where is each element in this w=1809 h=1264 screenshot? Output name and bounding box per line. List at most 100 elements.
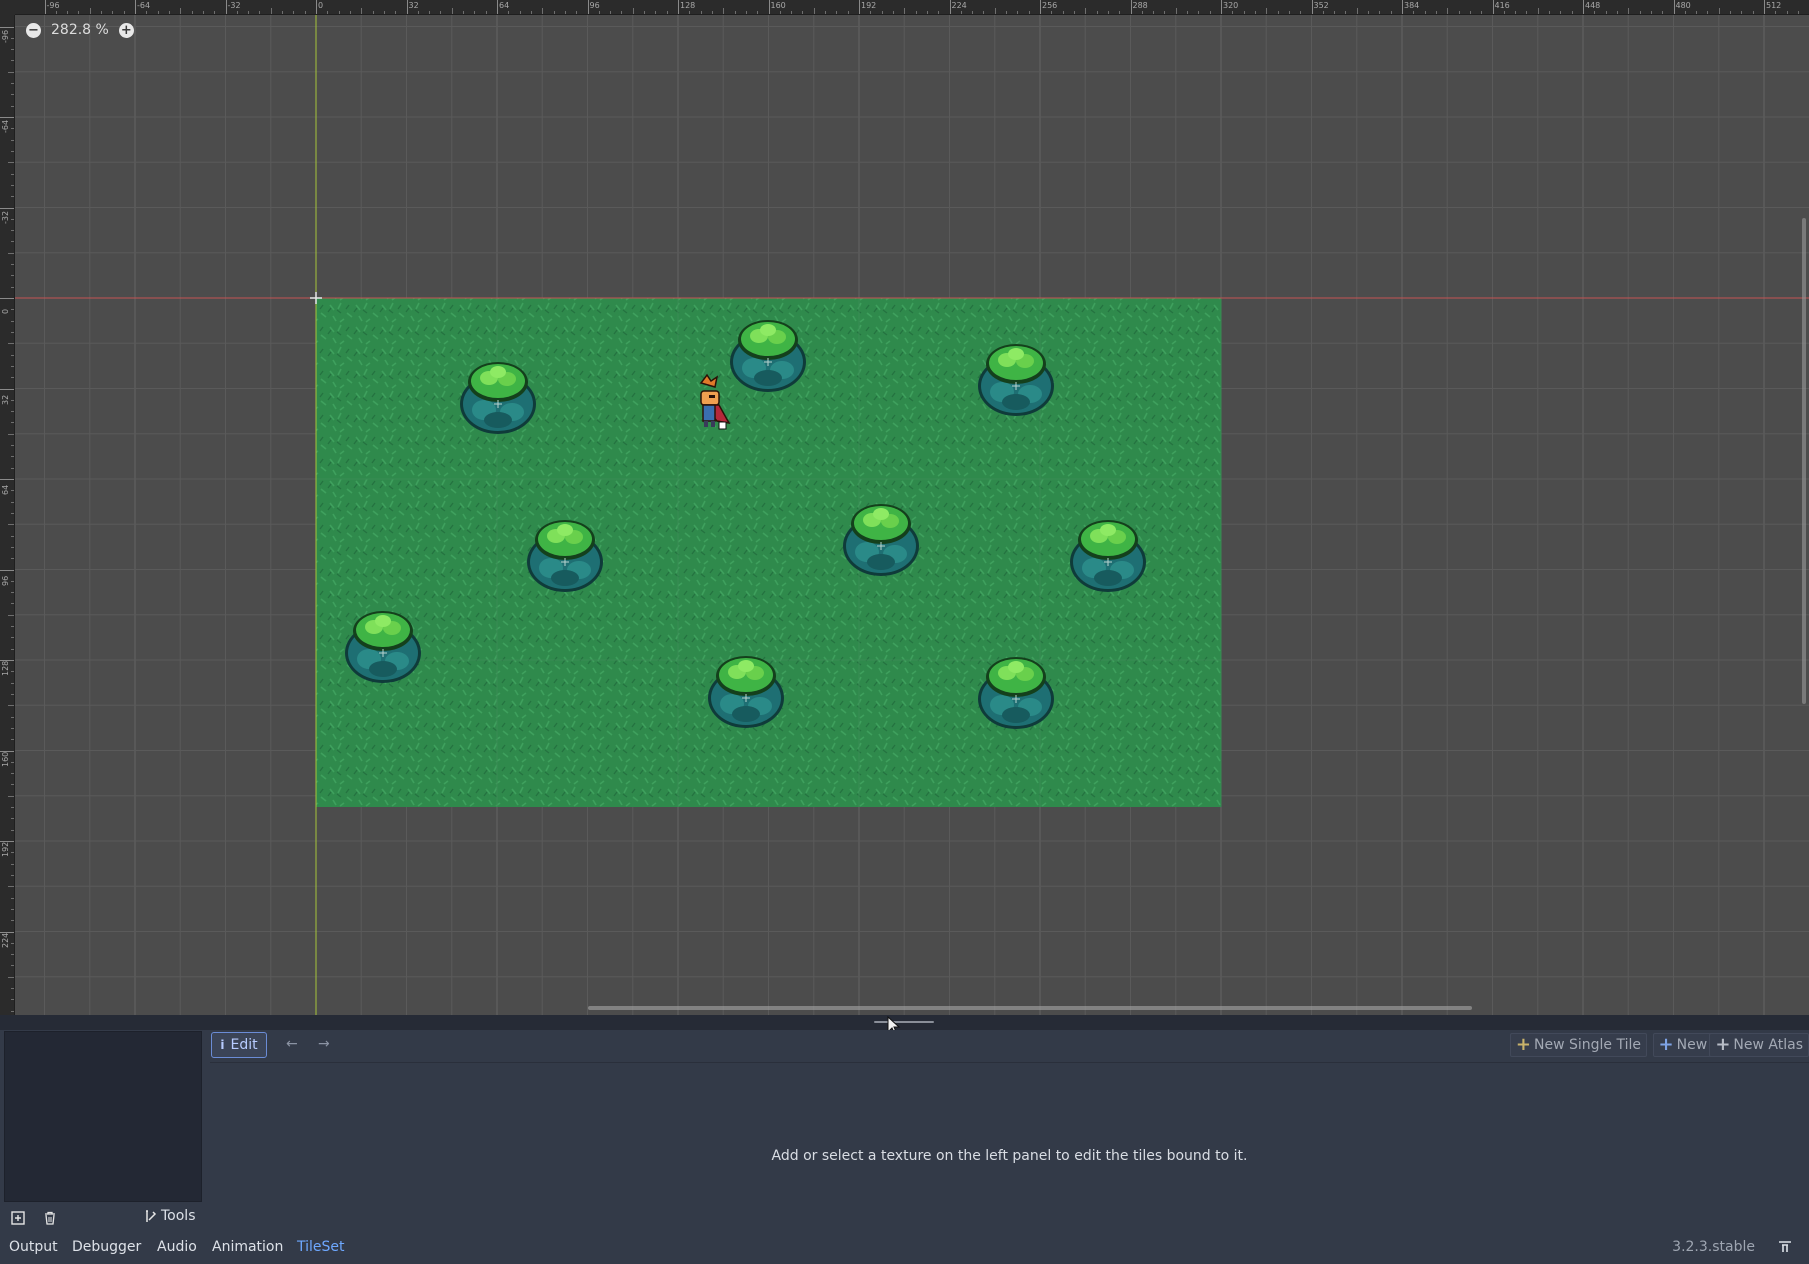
bush-sprite[interactable]	[526, 519, 604, 593]
toolbar-divider	[210, 1062, 1809, 1063]
ruler-tick	[1311, 0, 1313, 14]
tileset-viewport[interactable]: -96 -64 -32 0 32 64 96 128 160 192 224 256 288 320 352…	[0, 0, 1809, 1015]
tab-audio[interactable]: Audio	[157, 1239, 197, 1255]
pin-panel-icon[interactable]	[1777, 1240, 1795, 1256]
ruler-minor-tick	[8, 524, 14, 526]
ruler-vertical: -96 -64 -32 0 32 64 96 128 160 192 224	[0, 15, 15, 1015]
ruler-label: -96	[1, 29, 10, 43]
ruler-label: -32	[227, 1, 241, 10]
panel-splitter[interactable]	[0, 1015, 1809, 1030]
zoom-label[interactable]: 282.8 %	[51, 22, 109, 38]
ruler-tick	[678, 0, 679, 14]
version-label: 3.2.3.stable	[1672, 1239, 1755, 1255]
ruler-tick	[497, 0, 498, 14]
zoom-controls: − 282.8 % +	[26, 22, 134, 38]
ruler-tick	[1402, 0, 1403, 14]
ruler-label: 384	[1404, 1, 1420, 10]
ruler-minor-tick	[451, 8, 453, 14]
ruler-tick	[0, 26, 14, 28]
texture-list[interactable]	[4, 1031, 202, 1202]
ruler-label: 224	[951, 1, 967, 10]
ruler-minor-tick	[8, 886, 14, 888]
trash-icon[interactable]	[42, 1210, 58, 1226]
vertical-scrollbar[interactable]	[1802, 218, 1806, 704]
ruler-label: 448	[1585, 1, 1601, 10]
ruler-label: -64	[137, 1, 151, 10]
ruler-corner	[0, 0, 15, 15]
ruler-minor-tick	[813, 8, 815, 14]
ruler-minor-tick	[8, 252, 14, 254]
ruler-tick	[0, 207, 14, 209]
tab-animation[interactable]: Animation	[212, 1239, 283, 1255]
plus-icon: +	[1658, 1034, 1674, 1055]
ruler-label: 96	[589, 1, 600, 10]
ruler-minor-tick	[89, 8, 91, 14]
arrow-left-icon[interactable]: ←	[286, 1036, 298, 1052]
ruler-tick	[1764, 0, 1765, 14]
ruler-label: 32	[408, 1, 419, 10]
tools-button[interactable]: Tools	[144, 1208, 196, 1224]
texture-list-actions: Tools	[4, 1206, 204, 1232]
zoom-in-icon[interactable]: +	[118, 22, 134, 38]
arrow-right-icon[interactable]: →	[318, 1036, 330, 1052]
ruler-label: 64	[499, 1, 510, 10]
ruler-tick	[44, 0, 46, 14]
ruler-horizontal: -96 -64 -32 0 32 64 96 128 160 192 224 256 288 320 352…	[15, 0, 1809, 15]
ruler-tick	[1130, 0, 1132, 14]
ruler-label: 128	[680, 1, 696, 10]
plus-icon: +	[1715, 1034, 1731, 1055]
plus-icon: +	[1515, 1034, 1531, 1055]
ruler-tick	[0, 298, 14, 299]
ruler-tick	[587, 0, 589, 14]
ruler-label: 416	[1494, 1, 1510, 10]
tab-tileset[interactable]: TileSet	[297, 1239, 345, 1255]
tileset-toolbar: i Edit ← → + New Single Tile + New Autot…	[210, 1031, 1809, 1061]
bush-sprite[interactable]	[459, 361, 537, 435]
tab-debugger[interactable]: Debugger	[72, 1239, 141, 1255]
ruler-label: 128	[1, 660, 10, 676]
ruler-minor-tick	[1718, 8, 1720, 14]
horizontal-scrollbar[interactable]	[588, 1006, 1472, 1010]
ruler-minor-tick	[1537, 8, 1539, 14]
ruler-tick	[0, 479, 14, 480]
bush-sprite[interactable]	[344, 610, 422, 684]
editor-root: -96 -64 -32 0 32 64 96 128 160 192 224 256 288 320 352…	[0, 0, 1809, 1264]
ruler-tick	[859, 0, 860, 14]
ruler-minor-tick	[1085, 8, 1087, 14]
ruler-label: 480	[1675, 1, 1691, 10]
ruler-minor-tick	[270, 8, 272, 14]
bush-sprite[interactable]	[842, 503, 920, 577]
zoom-out-icon[interactable]: −	[26, 22, 41, 38]
ruler-tick	[0, 388, 14, 390]
tab-output[interactable]: Output	[9, 1239, 58, 1255]
bush-sprite[interactable]	[1069, 519, 1147, 593]
ruler-label: -32	[1, 210, 10, 224]
ruler-label: 320	[1223, 1, 1239, 10]
new-atlas-button[interactable]: + New Atlas	[1709, 1033, 1809, 1057]
bush-sprite[interactable]	[977, 343, 1055, 417]
edit-button[interactable]: i Edit	[211, 1032, 267, 1058]
bush-sprite[interactable]	[729, 319, 807, 393]
splitter-grip[interactable]	[874, 1021, 934, 1023]
bottom-dock-tabs: Output Debugger Audio Animation TileSet …	[0, 1235, 1809, 1264]
ruler-minor-tick	[723, 8, 725, 14]
map-canvas[interactable]	[15, 15, 1809, 1015]
ruler-tick	[1221, 0, 1222, 14]
ruler-minor-tick	[632, 8, 634, 14]
ruler-minor-tick	[1266, 8, 1268, 14]
new-single-tile-button[interactable]: + New Single Tile	[1509, 1033, 1647, 1057]
ruler-label: 192	[1, 841, 10, 857]
info-icon: i	[220, 1038, 225, 1052]
ruler-minor-tick	[8, 433, 14, 435]
empty-state-message: Add or select a texture on the left pane…	[771, 1148, 1248, 1164]
ruler-label: 96	[1, 575, 10, 586]
bush-sprite[interactable]	[977, 656, 1055, 730]
tools-label: Tools	[161, 1208, 196, 1224]
ruler-minor-tick	[1356, 8, 1358, 14]
new-single-tile-label: New Single Tile	[1534, 1037, 1641, 1053]
tools-icon	[146, 1209, 157, 1222]
ruler-minor-tick	[1447, 8, 1449, 14]
bush-sprite[interactable]	[707, 655, 785, 729]
ruler-label: 160	[770, 1, 786, 10]
add-texture-icon[interactable]	[10, 1210, 26, 1226]
